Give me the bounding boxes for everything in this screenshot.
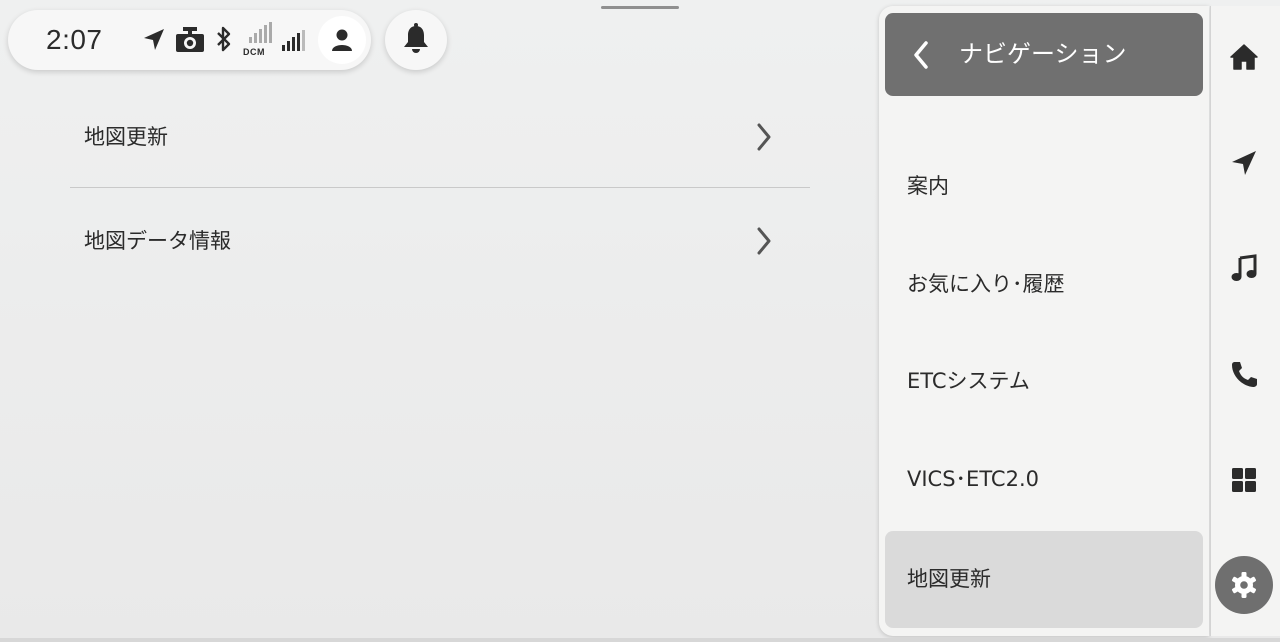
- top-drag-handle[interactable]: [601, 6, 679, 9]
- navigation-arrow-icon: [142, 27, 166, 57]
- home-icon[interactable]: [1229, 42, 1259, 76]
- list-divider: [70, 187, 810, 188]
- dcm-label: DCM: [243, 47, 265, 57]
- menu-item-favorites-history[interactable]: お気に入り･履歴: [885, 236, 1203, 333]
- menu-item-etc-system[interactable]: ETCシステム: [885, 333, 1203, 430]
- settings-button[interactable]: [1215, 556, 1273, 614]
- notifications-button[interactable]: [385, 10, 447, 70]
- chevron-right-icon: [756, 123, 772, 155]
- app-rail: [1211, 6, 1280, 636]
- navigation-icon[interactable]: [1229, 148, 1259, 182]
- list-item-map-update[interactable]: 地図更新: [70, 87, 810, 187]
- menu-item-guidance[interactable]: 案内: [885, 138, 1203, 235]
- list-item-label: 地図データ情報: [84, 229, 231, 253]
- panel-title: ナビゲーション: [959, 40, 1127, 68]
- list-item-label: 地図更新: [84, 125, 168, 149]
- menu-item-label: VICS･ETC2.0: [907, 467, 1039, 491]
- bottom-edge: [0, 638, 1280, 642]
- menu-item-map-update[interactable]: 地図更新: [885, 531, 1203, 628]
- music-icon[interactable]: [1229, 253, 1259, 287]
- menu-item-label: ETCシステム: [907, 369, 1030, 393]
- user-profile-button[interactable]: [318, 16, 366, 64]
- apps-icon[interactable]: [1229, 465, 1259, 499]
- list-item-map-data-info[interactable]: 地図データ情報: [70, 191, 810, 291]
- status-bar[interactable]: 2:07 DCM: [8, 10, 371, 70]
- phone-icon[interactable]: [1229, 359, 1259, 393]
- user-icon: [331, 28, 353, 56]
- chevron-right-icon: [756, 227, 772, 259]
- bell-icon: [402, 23, 430, 59]
- menu-item-label: 案内: [907, 174, 949, 198]
- panel-header-back-button[interactable]: ナビゲーション: [885, 13, 1203, 96]
- settings-icon: [1230, 571, 1258, 603]
- bluetooth-icon: [215, 25, 233, 57]
- navigation-menu-panel: ナビゲーション 案内 お気に入り･履歴 ETCシステム VICS･ETC2.0 …: [879, 6, 1209, 636]
- dashcam-icon: [174, 26, 206, 58]
- clock: 2:07: [46, 24, 103, 55]
- menu-item-label: 地図更新: [907, 567, 991, 591]
- dcm-signal-icon: [248, 22, 272, 48]
- chevron-left-icon: [913, 41, 929, 73]
- cell-signal-icon: [281, 30, 305, 56]
- menu-item-vics-etc[interactable]: VICS･ETC2.0: [885, 431, 1203, 528]
- menu-item-label: お気に入り･履歴: [907, 272, 1065, 296]
- rail-divider: [1210, 6, 1211, 636]
